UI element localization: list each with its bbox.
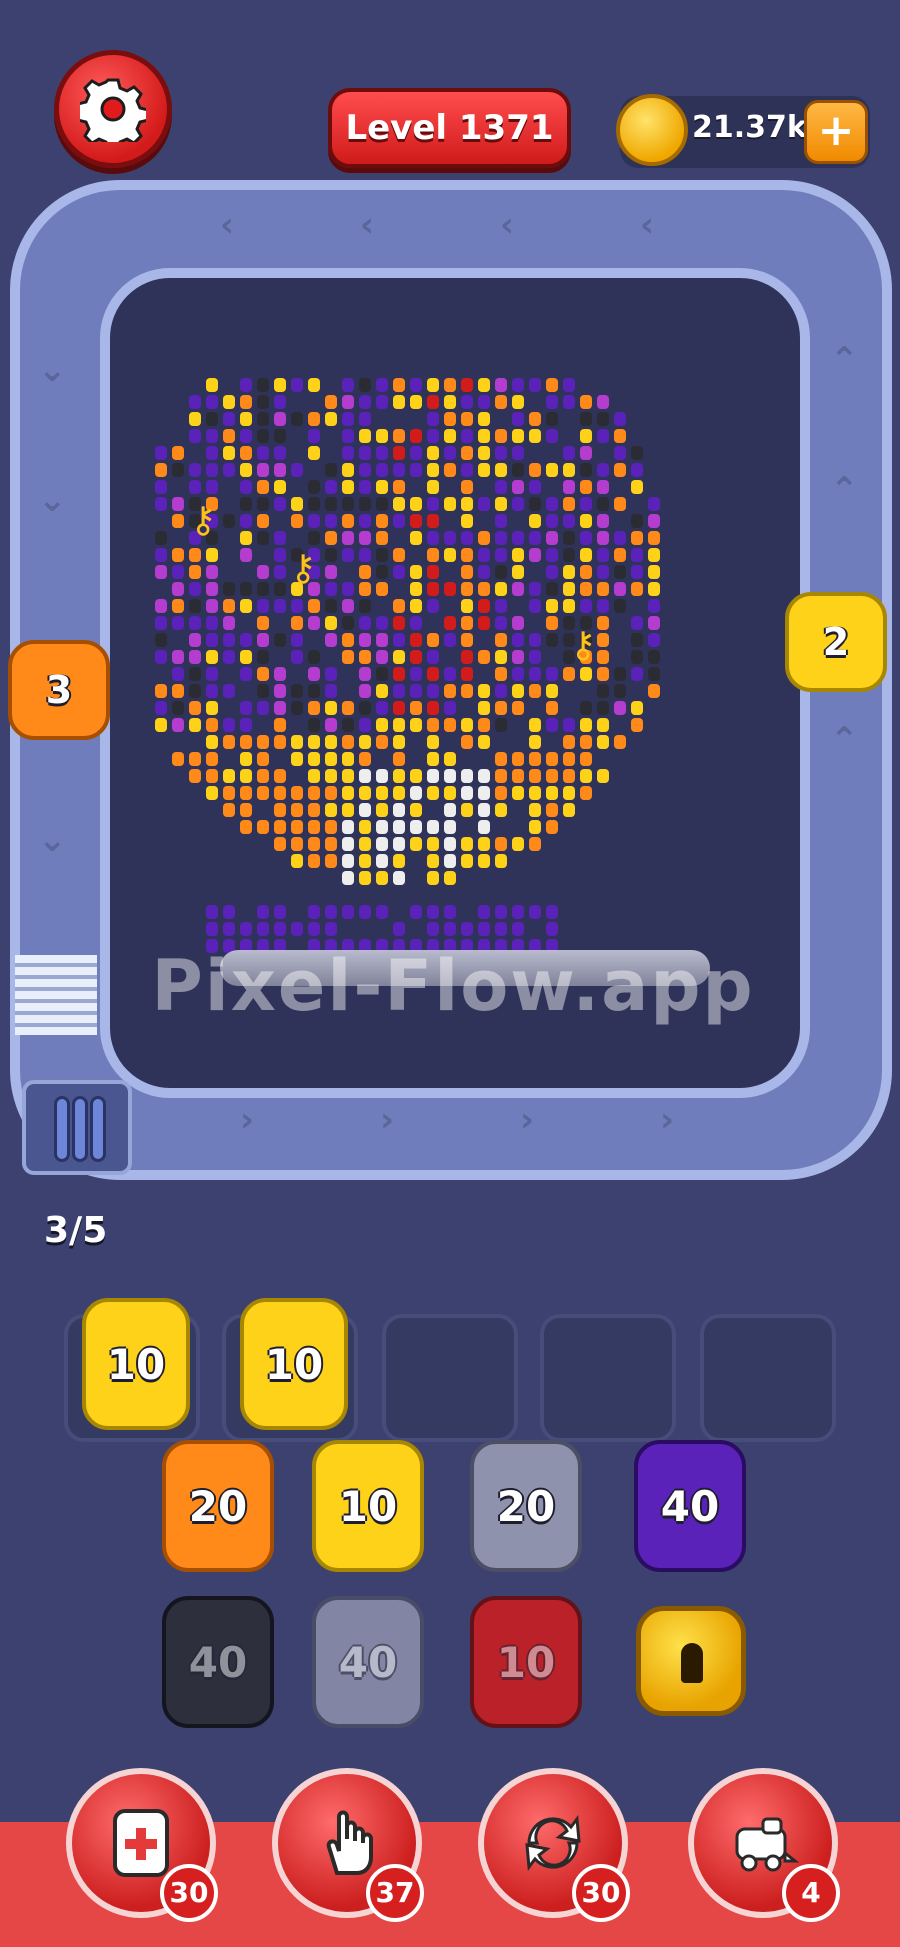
holding-slot[interactable]: 10 [222, 1298, 358, 1442]
chevron-left-icon: ‹ [640, 205, 655, 245]
queue-pig: 10 [470, 1596, 582, 1728]
queue-pig[interactable]: 20 [470, 1440, 582, 1572]
chevron-right-icon: › [380, 1100, 395, 1140]
holding-slot[interactable] [540, 1314, 676, 1442]
queue-pig[interactable]: 10 [312, 1440, 424, 1572]
chevron-right-icon: › [520, 1100, 535, 1140]
pig-value: 20 [188, 1481, 248, 1531]
pig-value: 20 [496, 1481, 556, 1531]
chevron-up-icon: ⌃ [830, 470, 859, 510]
chevron-up-icon: ⌃ [830, 340, 859, 380]
coin-balance: 21.37k + [616, 94, 870, 168]
level-label: Level 1371 [328, 88, 571, 168]
key-icon: ⚷ [570, 625, 597, 666]
coin-icon [616, 94, 688, 166]
chevron-up-icon: ⌃ [830, 720, 859, 760]
track-pig-value: 3 [45, 668, 73, 712]
lock-icon [636, 1606, 746, 1716]
train-count: 4 [782, 1864, 840, 1922]
chevron-left-icon: ‹ [360, 205, 375, 245]
chevron-left-icon: ‹ [220, 205, 235, 245]
add-slot-powerup[interactable]: 30 [66, 1768, 218, 1922]
queue-pig: 40 [162, 1596, 274, 1728]
slot-pig[interactable]: 10 [240, 1298, 348, 1430]
slot-pig[interactable]: 10 [82, 1298, 190, 1430]
track-pig-right[interactable]: 2 [785, 592, 887, 692]
hand-pick-powerup[interactable]: 37 [272, 1768, 424, 1922]
pig-stack-holder [22, 1080, 132, 1175]
key-icon: ⚷ [190, 500, 217, 541]
coin-value: 21.37k [692, 110, 807, 145]
add-slot-count: 30 [160, 1864, 218, 1922]
add-coins-button[interactable]: + [804, 100, 868, 164]
chevron-right-icon: › [660, 1100, 675, 1140]
pig-value: 10 [106, 1339, 166, 1389]
chevron-down-icon: ⌄ [38, 480, 67, 520]
track-pig-left[interactable]: 3 [8, 640, 110, 740]
pig-value: 10 [338, 1481, 398, 1531]
queue-pig[interactable]: 40 [634, 1440, 746, 1572]
track-pig-value: 2 [822, 620, 850, 664]
conveyor-dock [15, 955, 97, 1035]
watermark: Pixel-Flow.app [151, 945, 755, 1027]
shuffle-count: 30 [572, 1864, 630, 1922]
hand-pick-count: 37 [366, 1864, 424, 1922]
pig-value: 40 [188, 1637, 248, 1687]
queue-pig[interactable]: 20 [162, 1440, 274, 1572]
holding-slot[interactable] [700, 1314, 836, 1442]
holding-slot[interactable] [382, 1314, 518, 1442]
chevron-down-icon: ⌄ [38, 350, 67, 390]
pig-value: 10 [496, 1637, 556, 1687]
stack-counter: 3/5 [44, 1210, 108, 1251]
chevron-left-icon: ‹ [500, 205, 515, 245]
holding-slot[interactable]: 10 [64, 1298, 200, 1442]
queue-pig: 40 [312, 1596, 424, 1728]
pig-value: 10 [264, 1339, 324, 1389]
pig-value: 40 [660, 1481, 720, 1531]
settings-button[interactable] [54, 50, 172, 168]
shuffle-powerup[interactable]: 30 [478, 1768, 630, 1922]
train-powerup[interactable]: 4 [688, 1768, 840, 1922]
gear-icon [80, 78, 146, 142]
chevron-right-icon: › [240, 1100, 255, 1140]
chevron-down-icon: ⌄ [38, 820, 67, 860]
pig-value: 40 [338, 1637, 398, 1687]
key-icon: ⚷ [290, 548, 317, 589]
